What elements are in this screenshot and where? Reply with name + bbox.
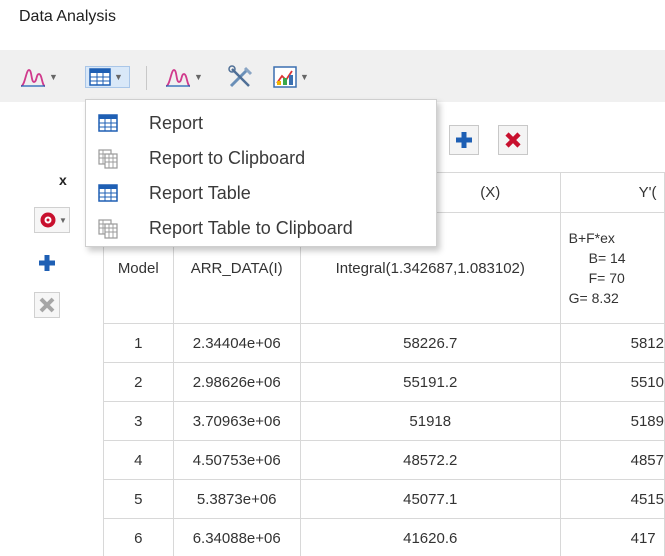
table-cell[interactable]: 4.50753e+06 xyxy=(172,440,301,480)
table-cell[interactable]: 2.98626e+06 xyxy=(172,362,301,402)
peak-curve-icon xyxy=(20,69,46,87)
table-cell[interactable]: 417 xyxy=(559,518,665,556)
table-cell[interactable]: 2.34404e+06 xyxy=(172,323,301,363)
model-param-line: G= 8.32 xyxy=(568,290,619,306)
menu-item-label: Report Table xyxy=(149,183,251,203)
menu-item-report-table[interactable]: Report Table xyxy=(86,176,436,211)
settings-icon xyxy=(40,212,56,228)
table-row: 3 3.70963e+06 51918 5189 xyxy=(103,401,665,441)
remove-side-button[interactable] xyxy=(34,292,60,318)
menu-item-label: Report to Clipboard xyxy=(149,148,306,168)
chart-export-button[interactable]: ▼ xyxy=(273,66,309,88)
table-cell[interactable]: 51918 xyxy=(299,401,561,441)
menu-item-report-table-to-clipboard[interactable]: Report Table to Clipboard xyxy=(86,211,436,246)
header-cell-y[interactable]: Y'( xyxy=(559,172,665,213)
clipboard-table-icon xyxy=(98,219,118,239)
table-row: 1 2.34404e+06 58226.7 5812 xyxy=(103,323,665,363)
clipboard-table-icon xyxy=(98,149,118,169)
add-icon xyxy=(39,255,55,271)
table-cell[interactable]: 41620.6 xyxy=(299,518,561,556)
menu-item-report-to-clipboard[interactable]: Report to Clipboard xyxy=(86,141,436,176)
settings-button[interactable]: ▼ xyxy=(34,207,70,233)
table-grid-icon xyxy=(89,68,111,86)
table-cell[interactable]: 4857 xyxy=(559,440,665,480)
table-row: 4 4.50753e+06 48572.2 4857 xyxy=(103,440,665,480)
table-row: 2 2.98626e+06 55191.2 5510 xyxy=(103,362,665,402)
table-cell[interactable]: 5.3873e+06 xyxy=(172,479,301,519)
table-cell[interactable]: 55191.2 xyxy=(299,362,561,402)
chevron-down-icon[interactable]: ▼ xyxy=(59,216,67,225)
row-index[interactable]: 2 xyxy=(103,362,174,402)
row-index[interactable]: 3 xyxy=(103,401,174,441)
chart-image-icon xyxy=(273,66,297,88)
table-row: 5 5.3873e+06 45077.1 4515 xyxy=(103,479,665,519)
table-icon xyxy=(98,184,118,202)
peak-analysis-button[interactable]: ▼ xyxy=(165,66,203,88)
add-icon xyxy=(456,132,472,148)
report-menu-button[interactable]: ▼ xyxy=(85,66,130,88)
toolbar-separator xyxy=(146,66,147,90)
chevron-down-icon[interactable]: ▼ xyxy=(194,72,203,82)
table-icon xyxy=(98,114,118,132)
chevron-down-icon[interactable]: ▼ xyxy=(114,72,123,82)
tools-icon xyxy=(228,65,253,88)
remove-icon xyxy=(39,297,55,313)
chevron-down-icon[interactable]: ▼ xyxy=(300,72,309,82)
table-cell[interactable]: 58226.7 xyxy=(299,323,561,363)
delete-icon xyxy=(505,132,521,148)
table-cell[interactable]: 5189 xyxy=(559,401,665,441)
tools-button[interactable] xyxy=(228,65,254,88)
report-dropdown-menu: Report Report to Clipboard Report Table … xyxy=(85,99,437,247)
side-panel-label: x xyxy=(59,172,67,188)
chevron-down-icon[interactable]: ▼ xyxy=(49,72,58,82)
table-cell[interactable]: 45077.1 xyxy=(299,479,561,519)
table-cell[interactable]: 5510 xyxy=(559,362,665,402)
table-row: 6 6.34088e+06 41620.6 417 xyxy=(103,518,665,556)
row-index[interactable]: 4 xyxy=(103,440,174,480)
table-cell[interactable]: 3.70963e+06 xyxy=(172,401,301,441)
table-cell[interactable]: 4515 xyxy=(559,479,665,519)
model-formula-line: B+F*ex xyxy=(568,230,615,246)
table-cell[interactable]: 5812 xyxy=(559,323,665,363)
model-param-line: F= 70 xyxy=(588,270,625,286)
table-cell[interactable]: 6.34088e+06 xyxy=(172,518,301,556)
table-cell[interactable]: 48572.2 xyxy=(299,440,561,480)
delete-row-button[interactable] xyxy=(498,125,528,155)
window-title: Data Analysis xyxy=(19,8,116,25)
row-index[interactable]: 6 xyxy=(103,518,174,556)
menu-item-label: Report xyxy=(149,113,204,133)
row-index[interactable]: 1 xyxy=(103,323,174,363)
row-index[interactable]: 5 xyxy=(103,479,174,519)
menu-item-report[interactable]: Report xyxy=(86,106,436,141)
add-row-button[interactable] xyxy=(449,125,479,155)
peak-curve-icon xyxy=(165,69,191,87)
model-formula-cell[interactable]: B+F*ex B= 14 F= 70 G= 8.32 xyxy=(559,212,665,324)
menu-item-label: Report Table to Clipboard xyxy=(149,218,353,238)
peak-fit-button[interactable]: ▼ xyxy=(20,66,58,88)
main-toolbar: ▼ ▼ ▼ ▼ xyxy=(0,50,665,102)
model-param-line: B= 14 xyxy=(588,250,626,266)
add-side-button[interactable] xyxy=(34,250,60,276)
